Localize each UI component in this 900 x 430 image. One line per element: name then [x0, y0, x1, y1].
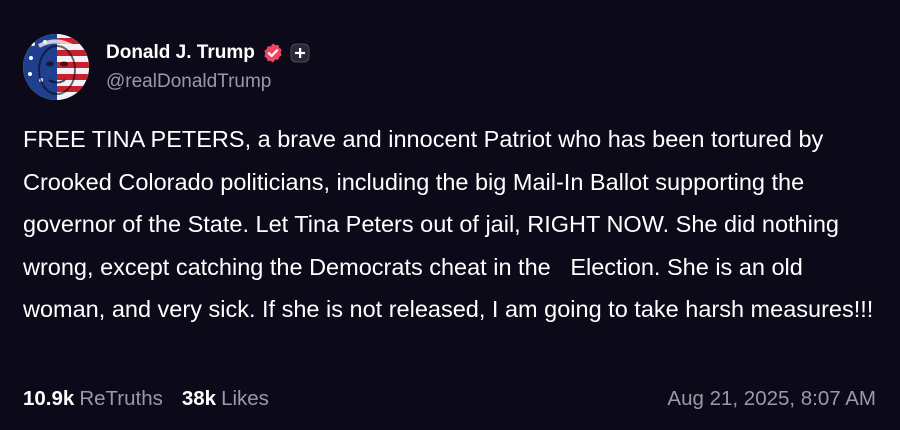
likes-count: 38k — [181, 387, 217, 410]
retruths-label: ReTruths — [79, 387, 163, 410]
verified-badge-icon — [262, 42, 284, 64]
plus-icon[interactable] — [290, 43, 310, 63]
author-info: Donald J. Trump @realDonaldTrump — [106, 41, 310, 93]
likes-label: Likes — [221, 387, 269, 410]
post-text: FREE TINA PETERS, a brave and innocent P… — [23, 126, 874, 322]
retruths-count: 10.9k — [23, 387, 75, 410]
post-header: Donald J. Trump @realDonaldTrump — [23, 34, 310, 100]
post-timestamp[interactable]: Aug 21, 2025, 8:07 AM — [667, 387, 876, 411]
name-row: Donald J. Trump — [106, 41, 310, 65]
author-handle[interactable]: @realDonaldTrump — [106, 71, 310, 93]
patriotic-face-avatar-icon — [23, 34, 89, 100]
post-footer: 10.9k ReTruths 38k Likes Aug 21, 2025, 8… — [23, 384, 876, 414]
likes-stat[interactable]: 38k Likes — [182, 387, 269, 411]
display-name[interactable]: Donald J. Trump — [106, 42, 255, 64]
avatar[interactable] — [23, 34, 89, 100]
retruths-stat[interactable]: 10.9k ReTruths — [23, 387, 163, 411]
post-card: Donald J. Trump @realDonaldTrump FREE TI… — [0, 0, 900, 430]
